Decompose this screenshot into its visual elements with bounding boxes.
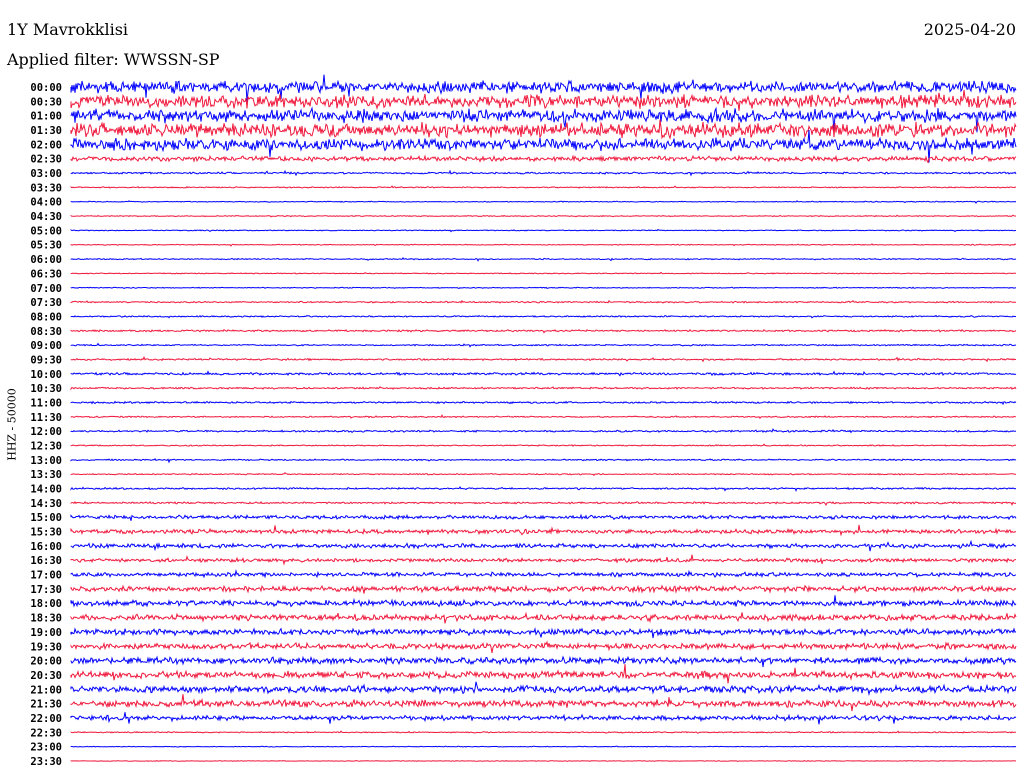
time-tick-label: 02:00 xyxy=(30,139,62,151)
trace-line-1100 xyxy=(70,400,1017,406)
time-tick-label: 21:30 xyxy=(30,699,62,711)
trace-line-0700 xyxy=(70,286,1017,289)
trace-line-2300 xyxy=(70,745,1017,748)
time-tick-label: 01:00 xyxy=(30,111,62,123)
time-tick-label: 15:00 xyxy=(30,512,62,524)
time-tick-label: 20:30 xyxy=(30,670,62,682)
time-tick-label: 10:30 xyxy=(30,383,62,395)
trace-line-1200 xyxy=(70,428,1017,434)
time-tick-label: 19:30 xyxy=(30,641,62,653)
time-tick-label: 11:30 xyxy=(30,412,62,424)
trace-line-2130 xyxy=(70,694,1017,712)
time-tick-label: 06:30 xyxy=(30,268,62,280)
trace-line-0500 xyxy=(70,228,1017,233)
time-tick-label: 09:00 xyxy=(30,340,62,352)
trace-line-0330 xyxy=(70,185,1017,189)
time-tick-label: 08:00 xyxy=(30,311,62,323)
time-tick-label: 13:00 xyxy=(30,455,62,467)
time-tick-label: 22:00 xyxy=(30,713,62,725)
time-tick-label: 04:00 xyxy=(30,197,62,209)
trace-line-0930 xyxy=(70,355,1016,363)
trace-line-1630 xyxy=(70,554,1017,566)
time-tick-label: 01:30 xyxy=(30,125,62,137)
time-tick-label: 09:30 xyxy=(30,354,62,366)
trace-line-2230 xyxy=(70,730,1016,734)
time-tick-label: 00:00 xyxy=(30,82,62,94)
trace-line-0430 xyxy=(70,214,1017,218)
trace-line-2030 xyxy=(70,664,1017,684)
trace-line-1930 xyxy=(70,640,1017,653)
time-tick-label: 23:30 xyxy=(30,756,62,768)
trace-line-1900 xyxy=(70,627,1017,639)
trace-line-0530 xyxy=(70,243,1017,247)
trace-line-0630 xyxy=(70,271,1017,275)
time-tick-label: 23:00 xyxy=(30,742,62,754)
trace-line-0800 xyxy=(70,314,1017,319)
trace-line-1600 xyxy=(70,539,1017,552)
time-tick-label: 05:30 xyxy=(30,240,62,252)
time-tick-label: 02:30 xyxy=(30,154,62,166)
trace-line-0400 xyxy=(70,200,1017,204)
time-tick-label: 11:00 xyxy=(30,397,62,409)
trace-line-0730 xyxy=(70,299,1017,304)
time-tick-label: 12:30 xyxy=(30,441,62,453)
trace-line-1400 xyxy=(70,486,1017,492)
trace-line-0830 xyxy=(70,328,1017,334)
time-tick-label: 18:00 xyxy=(30,598,62,610)
trace-line-0900 xyxy=(70,342,1017,348)
time-tick-label: 17:00 xyxy=(30,570,62,582)
time-tick-label: 04:30 xyxy=(30,211,62,223)
time-tick-label: 16:30 xyxy=(30,555,62,567)
trace-line-1800 xyxy=(70,595,1017,608)
time-tick-label: 21:00 xyxy=(30,684,62,696)
time-tick-label: 03:00 xyxy=(30,168,62,180)
trace-line-2200 xyxy=(70,712,1017,725)
trace-line-1700 xyxy=(70,569,1017,579)
time-tick-label: 14:00 xyxy=(30,484,62,496)
time-tick-label: 07:00 xyxy=(30,283,62,295)
time-tick-label: 16:00 xyxy=(30,541,62,553)
trace-line-1530 xyxy=(70,524,1017,537)
time-tick-label: 12:00 xyxy=(30,426,62,438)
trace-line-1430 xyxy=(70,501,1017,507)
trace-line-1330 xyxy=(70,471,1017,477)
trace-line-0000 xyxy=(70,74,1017,102)
trace-line-0130 xyxy=(70,119,1017,140)
time-tick-label: 19:00 xyxy=(30,627,62,639)
time-tick-label: 05:00 xyxy=(30,225,62,237)
trace-line-1000 xyxy=(70,370,1017,377)
trace-line-1730 xyxy=(70,584,1017,594)
time-tick-label: 18:30 xyxy=(30,613,62,625)
trace-line-1300 xyxy=(70,457,1017,464)
trace-line-1030 xyxy=(70,386,1017,391)
trace-line-0600 xyxy=(70,257,1017,262)
time-tick-label: 03:30 xyxy=(30,182,62,194)
time-tick-label: 17:30 xyxy=(30,584,62,596)
trace-line-2100 xyxy=(70,681,1017,696)
trace-line-1830 xyxy=(70,611,1017,624)
trace-line-0230 xyxy=(70,154,1017,164)
time-tick-label: 06:00 xyxy=(30,254,62,266)
time-tick-label: 13:30 xyxy=(30,469,62,481)
time-tick-label: 10:00 xyxy=(30,369,62,381)
trace-line-1500 xyxy=(70,513,1017,521)
trace-line-2330 xyxy=(70,760,1017,762)
time-tick-label: 07:30 xyxy=(30,297,62,309)
time-tick-label: 20:00 xyxy=(30,656,62,668)
trace-line-0030 xyxy=(70,89,1017,111)
helicorder-plot: 00:00 00:30 01:00 01:30 02:00 02:30 03:00 03:30… xyxy=(30,74,1017,768)
trace-line-1230 xyxy=(70,443,1017,447)
trace-line-2000 xyxy=(70,655,1017,668)
time-tick-label: 15:30 xyxy=(30,527,62,539)
trace-line-1130 xyxy=(70,414,1017,420)
time-tick-label: 14:30 xyxy=(30,498,62,510)
time-tick-label: 08:30 xyxy=(30,326,62,338)
time-tick-label: 00:30 xyxy=(30,96,62,108)
trace-line-0300 xyxy=(70,169,1017,177)
time-tick-label: 22:30 xyxy=(30,727,62,739)
